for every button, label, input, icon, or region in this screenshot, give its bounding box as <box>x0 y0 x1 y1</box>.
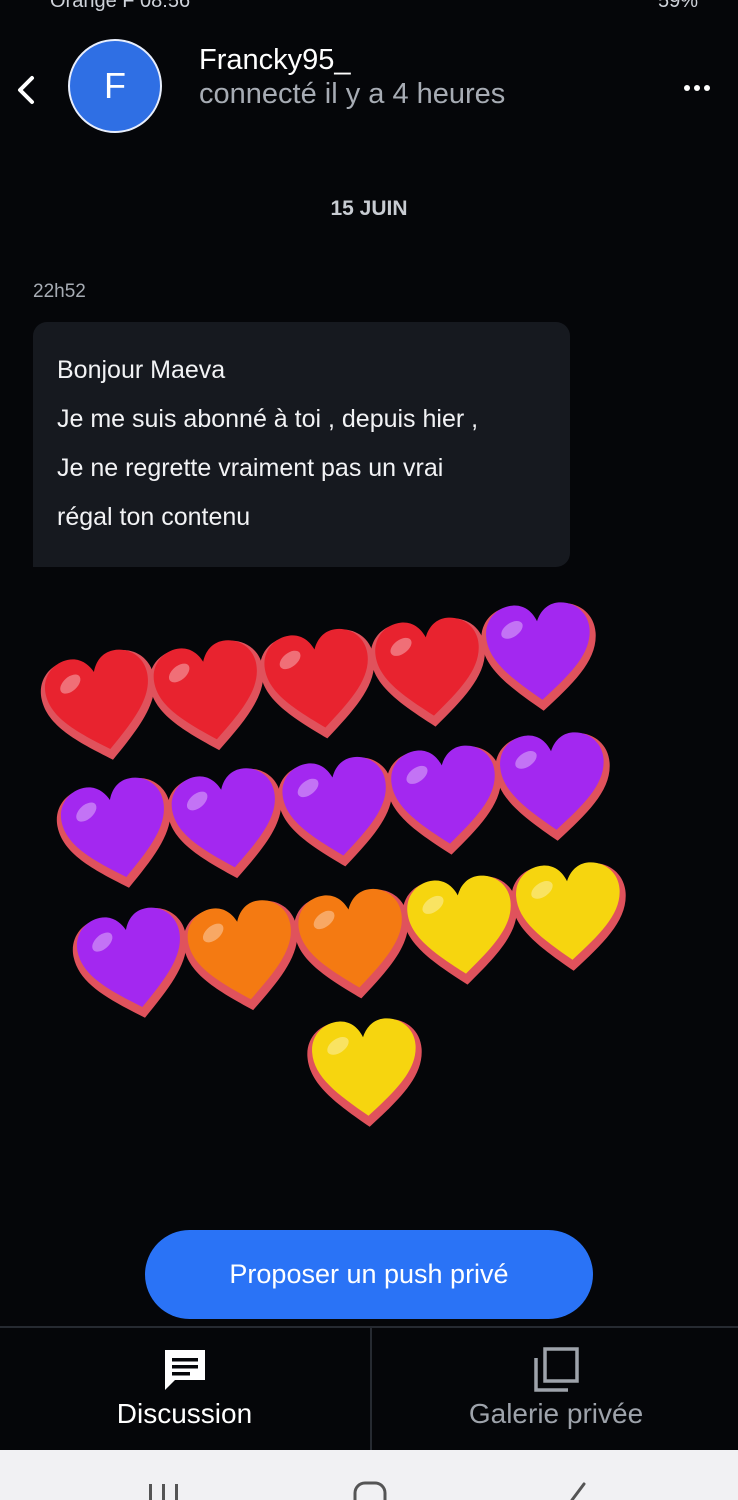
tab-bar: Discussion Galerie privée <box>0 1326 738 1452</box>
status-bar: Orange F 08:56 59% <box>0 0 738 12</box>
yellow-heart-icon <box>307 1018 422 1127</box>
heart-emoji-message <box>0 590 738 1150</box>
message-line: Bonjour Maeva <box>57 356 226 384</box>
tab-private-gallery-label: Galerie privée <box>468 1398 644 1429</box>
propose-private-push-button[interactable]: Proposer un push privé <box>145 1230 593 1319</box>
more-options-button[interactable] <box>682 78 712 98</box>
more-dots-icon <box>684 85 710 91</box>
tab-discussion[interactable]: Discussion <box>0 1328 369 1452</box>
system-nav-bar <box>0 1450 738 1500</box>
contact-last-seen: connecté il y a 4 heures <box>199 78 506 110</box>
chevron-left-icon <box>18 76 34 104</box>
date-separator: 15 JUIN <box>330 197 408 220</box>
status-bar-battery: 59% <box>657 0 698 12</box>
avatar[interactable]: F <box>68 39 162 133</box>
message-timestamp: 22h52 <box>33 281 86 302</box>
red-heart-icon <box>370 617 485 727</box>
message-line: Je me suis abonné à toi , depuis hier , <box>57 405 479 433</box>
tab-private-gallery[interactable]: Galerie privée <box>370 1328 738 1452</box>
message-bubble: Bonjour Maeva Je me suis abonné à toi , … <box>33 322 570 567</box>
gallery-icon <box>534 1347 579 1392</box>
purple-heart-icon <box>481 602 596 711</box>
recent-apps-icon[interactable] <box>146 1480 182 1500</box>
home-icon[interactable] <box>352 1480 388 1500</box>
chat-header: F Francky95_ connecté il y a 4 heures <box>0 30 738 150</box>
message-line: Je ne regrette vraiment pas un vrai <box>57 454 444 482</box>
contact-username[interactable]: Francky95_ <box>199 44 351 77</box>
message-line: régal ton contenu <box>57 503 251 531</box>
propose-private-push-label: Proposer un push privé <box>229 1259 509 1289</box>
back-nav-icon[interactable] <box>562 1480 598 1500</box>
status-bar-left: Orange F 08:56 <box>50 0 191 12</box>
avatar-letter: F <box>104 65 126 106</box>
chat-icon <box>164 1350 205 1390</box>
tab-discussion-label: Discussion <box>116 1398 253 1429</box>
yellow-heart-icon <box>511 862 626 971</box>
back-button[interactable] <box>12 70 42 110</box>
purple-heart-icon <box>495 732 610 841</box>
